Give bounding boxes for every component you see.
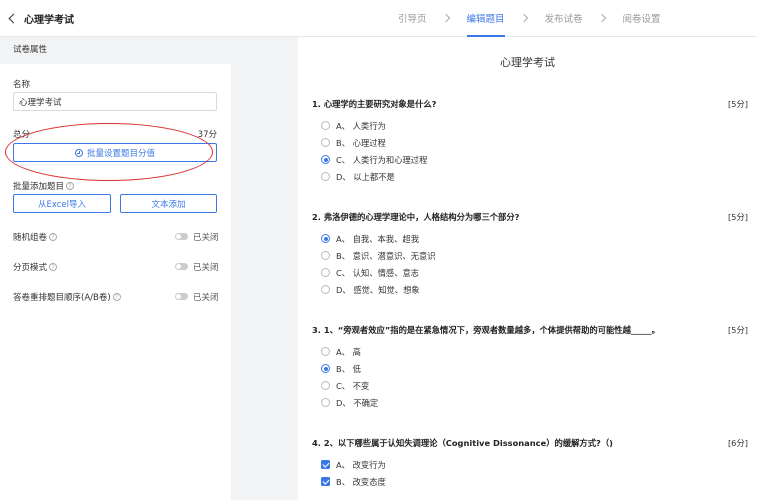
radio-selected-icon[interactable]	[321, 155, 330, 164]
option-label: B、 心理过程	[336, 137, 386, 148]
option-label: A、 自我、本我、超我	[336, 233, 419, 244]
radio-icon[interactable]	[321, 251, 330, 260]
random-exam-state: 已关闭	[193, 233, 219, 243]
name-label: 名称	[13, 80, 31, 90]
total-score-label: 总分	[13, 130, 31, 140]
radio-icon[interactable]	[321, 172, 330, 181]
total-score-value: 37分	[197, 130, 217, 140]
batch-add-label: 批量添加题目?	[13, 180, 75, 192]
help-icon: ?	[49, 233, 58, 241]
option-label: C、 人类行为和心理过程	[336, 154, 428, 165]
radio-selected-icon[interactable]	[321, 364, 330, 373]
option-c[interactable]: C、 人类行为和心理过程	[312, 151, 748, 168]
option-label: B、 意识、潜意识、无意识	[336, 250, 436, 261]
radio-icon[interactable]	[321, 285, 330, 294]
radio-icon[interactable]	[321, 398, 330, 407]
step-publish[interactable]: 发布试卷	[545, 11, 583, 25]
question-points: [6分]	[727, 438, 748, 448]
option-a[interactable]: A、 人类行为	[312, 117, 748, 134]
plus-circle-icon	[74, 148, 83, 157]
back-button[interactable]: 心理学考试	[8, 11, 74, 26]
question-points: [5分]	[727, 99, 748, 109]
radio-icon[interactable]	[321, 121, 330, 130]
option-c[interactable]: C、 不变	[312, 377, 748, 394]
chevron-right-icon	[519, 13, 528, 23]
reorder-questions-label: 答卷重排题目顺序(A/B卷)	[13, 293, 111, 303]
chevron-right-icon	[441, 13, 450, 23]
radio-icon[interactable]	[321, 347, 330, 356]
step-guide[interactable]: 引导页	[398, 11, 427, 25]
random-exam-row: 随机组卷? 已关闭	[13, 231, 219, 243]
exam-title: 心理学考试	[500, 56, 555, 69]
option-a[interactable]: A、 改变行为	[312, 456, 748, 473]
option-d[interactable]: D、 感觉、知觉、想象	[312, 281, 748, 298]
random-exam-toggle[interactable]	[175, 233, 188, 240]
question-text: 3. 1、“旁观者效应”指的是在紧急情况下，旁观者数量越多，个体提供帮助的可能性…	[312, 325, 660, 335]
import-excel-button[interactable]: 从Excel导入	[13, 194, 111, 213]
radio-icon[interactable]	[321, 381, 330, 390]
question-text: 2. 弗洛伊德的心理学理论中，人格结构分为哪三个部分?	[312, 212, 520, 222]
paging-mode-row: 分页模式? 已关闭	[13, 261, 219, 273]
option-label: A、 高	[336, 346, 361, 357]
option-b[interactable]: B、 改变态度	[312, 473, 748, 490]
checkbox-checked-icon[interactable]	[321, 460, 330, 469]
top-bar: 心理学考试 引导页 编辑题目 发布试卷 阅卷设置	[0, 0, 757, 37]
reorder-questions-state: 已关闭	[193, 293, 219, 303]
option-label: C、 不变	[336, 380, 370, 391]
option-c[interactable]: C、 认知、情感、意志	[312, 264, 748, 281]
radio-selected-icon[interactable]	[321, 234, 330, 243]
help-icon: ?	[112, 293, 121, 301]
exam-preview: 心理学考试 1. 心理学的主要研究对象是什么? [5分] A、 人类行为 B、 …	[298, 37, 757, 500]
option-a[interactable]: A、 高	[312, 343, 748, 360]
question-text: 4. 2、以下哪些属于认知失调理论（Cognitive Dissonance）的…	[312, 438, 613, 448]
chevron-left-icon	[8, 13, 19, 23]
step-edit-questions[interactable]: 编辑题目	[466, 11, 505, 37]
question-points: [5分]	[727, 325, 748, 335]
properties-panel: 试卷属性 名称 总分 37分 批量设置题目分值 批量添加题目? 从Excel导入…	[0, 37, 231, 500]
paging-mode-toggle[interactable]	[175, 263, 188, 270]
option-b[interactable]: B、 低	[312, 360, 748, 377]
option-label: D、 以上都不是	[336, 171, 395, 182]
chevron-right-icon	[597, 13, 606, 23]
random-exam-label: 随机组卷	[13, 233, 48, 243]
reorder-questions-toggle[interactable]	[175, 293, 188, 300]
option-label: B、 低	[336, 363, 361, 374]
exam-name-input[interactable]	[13, 92, 217, 111]
question-2[interactable]: 2. 弗洛伊德的心理学理论中，人格结构分为哪三个部分? [5分] A、 自我、本…	[312, 211, 748, 298]
option-label: D、 不确定	[336, 397, 379, 408]
batch-set-score-button[interactable]: 批量设置题目分值	[13, 143, 217, 162]
app-title: 心理学考试	[24, 14, 74, 26]
option-label: D、 感觉、知觉、想象	[336, 284, 420, 295]
option-label: C、 认知、情感、意志	[336, 267, 420, 278]
checkbox-checked-icon[interactable]	[321, 477, 330, 486]
option-a[interactable]: A、 自我、本我、超我	[312, 230, 748, 247]
question-3[interactable]: 3. 1、“旁观者效应”指的是在紧急情况下，旁观者数量越多，个体提供帮助的可能性…	[312, 324, 748, 411]
option-d[interactable]: D、 不确定	[312, 394, 748, 411]
question-1[interactable]: 1. 心理学的主要研究对象是什么? [5分] A、 人类行为 B、 心理过程 C…	[312, 98, 748, 185]
batch-set-score-label: 批量设置题目分值	[86, 148, 155, 159]
question-4[interactable]: 4. 2、以下哪些属于认知失调理论（Cognitive Dissonance）的…	[312, 437, 748, 490]
option-label: B、 改变态度	[336, 476, 386, 487]
option-b[interactable]: B、 心理过程	[312, 134, 748, 151]
option-label: A、 改变行为	[336, 459, 386, 470]
panel-title: 试卷属性	[0, 37, 231, 64]
reorder-questions-row: 答卷重排题目顺序(A/B卷)? 已关闭	[13, 291, 219, 303]
option-b[interactable]: B、 意识、潜意识、无意识	[312, 247, 748, 264]
radio-icon[interactable]	[321, 138, 330, 147]
step-nav: 引导页 编辑题目 发布试卷 阅卷设置	[398, 11, 661, 37]
radio-icon[interactable]	[321, 268, 330, 277]
option-d[interactable]: D、 以上都不是	[312, 168, 748, 185]
canvas-gutter	[231, 37, 298, 500]
help-icon: ?	[66, 182, 75, 190]
text-add-button[interactable]: 文本添加	[120, 194, 217, 213]
paging-mode-state: 已关闭	[193, 263, 219, 273]
option-label: A、 人类行为	[336, 120, 386, 131]
help-icon: ?	[49, 263, 58, 271]
question-text: 1. 心理学的主要研究对象是什么?	[312, 99, 437, 109]
question-points: [5分]	[727, 212, 748, 222]
step-grading-settings[interactable]: 阅卷设置	[623, 11, 661, 25]
paging-mode-label: 分页模式	[13, 263, 48, 273]
